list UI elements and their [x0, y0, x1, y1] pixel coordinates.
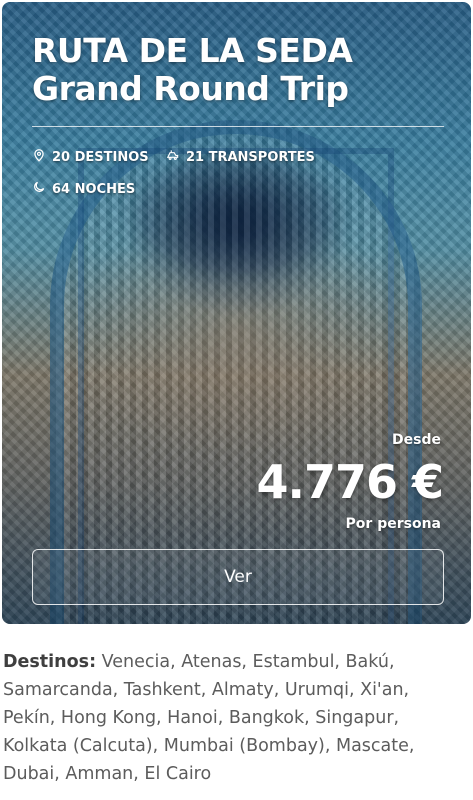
stat-noches-label: 64 NOCHES [52, 181, 136, 197]
map-pin-icon [32, 148, 46, 166]
divider [32, 126, 444, 127]
trip-title-line1: RUTA DE LA SEDA [32, 31, 353, 70]
ver-button[interactable]: Ver [32, 549, 444, 605]
trip-card[interactable]: RUTA DE LA SEDA Grand Round Trip 20 DEST… [2, 2, 471, 624]
stat-transportes-label: 21 TRANSPORTES [186, 149, 315, 165]
stat-destinos-label: 20 DESTINOS [52, 149, 149, 165]
transport-icon [166, 148, 180, 166]
stat-noches: 64 NOCHES [32, 180, 135, 198]
trip-title-line2: Grand Round Trip [32, 69, 349, 108]
trip-title: RUTA DE LA SEDA Grand Round Trip [32, 31, 353, 108]
moon-icon [32, 180, 46, 198]
price-value: 4.776 € [256, 455, 444, 509]
destinations-label: Destinos: [3, 652, 97, 672]
price-prefix: Desde [392, 432, 441, 448]
destinations-text: Destinos: Venecia, Atenas, Estambul, Bak… [3, 648, 467, 788]
stat-transportes: 21 TRANSPORTES [166, 148, 315, 166]
stat-destinos: 20 DESTINOS [32, 148, 149, 166]
price-suffix: Por persona [345, 516, 441, 532]
